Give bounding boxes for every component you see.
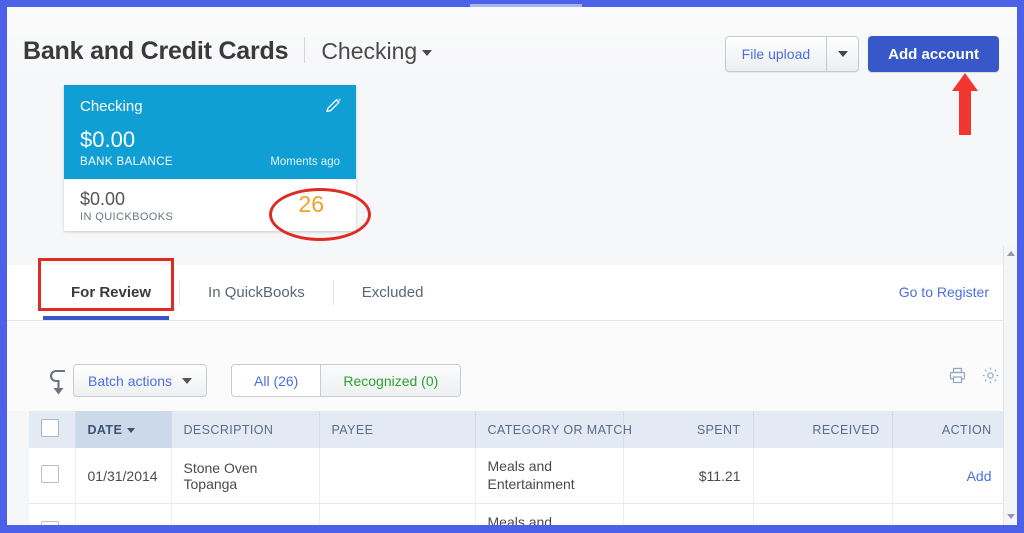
go-to-register-link[interactable]: Go to Register [899, 284, 989, 300]
edit-pencil-icon[interactable] [325, 97, 342, 114]
annotation-arrow-to-add-account [952, 73, 978, 135]
column-header-select-all [29, 411, 76, 448]
gear-icon[interactable] [982, 367, 999, 384]
row-select-cell [29, 503, 76, 525]
page-title: Bank and Credit Cards [23, 37, 289, 65]
add-account-button[interactable]: Add account [868, 36, 999, 72]
cell-action: Add [892, 448, 1005, 504]
batch-actions-button[interactable]: Batch actions [73, 364, 208, 397]
filter-pill-all[interactable]: All (26) [232, 365, 321, 396]
table-body: 01/31/2014 Stone Oven Topanga Meals and … [29, 448, 1005, 526]
account-card-bank-balance: $0.00 [80, 127, 136, 152]
title-divider [304, 37, 306, 63]
tab-list: For Review In QuickBooks Excluded [43, 265, 451, 320]
table-row[interactable]: 01/31/2014 Stone Oven Topanga Meals and … [29, 448, 1005, 504]
chevron-down-icon [182, 377, 193, 384]
add-transaction-link[interactable]: Add [967, 468, 992, 484]
header-actions: File upload Add account [724, 36, 999, 72]
cell-spent: $10.00 [623, 503, 754, 525]
file-upload-split-button: File upload [724, 36, 860, 72]
account-card[interactable]: Checking $0.00 BANK BALANCE Moments ago … [64, 85, 356, 231]
cell-description: Stone Oven Topanga [171, 448, 320, 504]
title-group: Bank and Credit Cards Checking [23, 33, 433, 66]
row-checkbox[interactable] [41, 521, 59, 525]
account-card-footer: $0.00 IN QUICKBOOKS 26 [64, 179, 356, 231]
transactions-table: DATE DESCRIPTION PAYEE CATEGORY OR MATCH… [29, 411, 1005, 525]
undo-arrow-icon[interactable] [49, 369, 71, 395]
column-header-date-label: DATE [87, 422, 123, 437]
toolbar-icon-group [949, 367, 999, 384]
row-checkbox[interactable] [41, 465, 59, 483]
cell-category-or-match[interactable]: Meals and Entertainment [475, 448, 624, 504]
bank-balance-label: BANK BALANCE [80, 156, 173, 168]
table-header-row: DATE DESCRIPTION PAYEE CATEGORY OR MATCH… [29, 411, 1005, 448]
cell-category-or-match[interactable]: Meals and Entertainment [475, 503, 624, 525]
tab-active-underline [43, 316, 169, 320]
select-all-checkbox[interactable] [41, 419, 59, 437]
account-card-balance-meta: BANK BALANCE Moments ago [80, 156, 340, 168]
printer-icon[interactable] [949, 367, 966, 384]
column-header-received[interactable]: RECEIVED [753, 411, 893, 448]
add-transaction-link[interactable]: Add [967, 524, 992, 526]
page-header: Bank and Credit Cards Checking File uplo… [7, 7, 1017, 135]
cell-received [753, 503, 893, 525]
account-card-header: Checking $0.00 BANK BALANCE Moments ago [64, 85, 356, 179]
cell-action: Add [892, 503, 1005, 526]
account-switcher-dropdown[interactable]: Checking [321, 38, 433, 65]
chevron-down-icon [837, 51, 848, 57]
filter-pill-recognized[interactable]: Recognized (0) [320, 365, 461, 396]
pending-transaction-count-badge[interactable]: 26 [298, 191, 324, 218]
tab-for-review[interactable]: For Review [43, 265, 179, 320]
column-header-action: ACTION [892, 411, 1005, 448]
column-header-description[interactable]: DESCRIPTION [171, 411, 320, 448]
browser-window-frame: Bank and Credit Cards Checking File uplo… [0, 0, 1024, 533]
cell-description: Starbucks [171, 503, 320, 525]
column-header-payee[interactable]: PAYEE [319, 411, 476, 448]
account-switcher-label: Checking [321, 38, 418, 64]
cell-date: 01/31/2014 [75, 448, 172, 504]
table-header: DATE DESCRIPTION PAYEE CATEGORY OR MATCH… [29, 411, 1005, 448]
account-card-sync-time: Moments ago [270, 156, 340, 168]
table-row[interactable]: 01/30/2014 Starbucks Meals and Entertain… [29, 503, 1005, 526]
cell-date: 01/30/2014 [75, 503, 172, 525]
chevron-down-icon [422, 49, 433, 56]
sort-descending-icon [127, 427, 136, 433]
tab-in-quickbooks[interactable]: In QuickBooks [180, 265, 333, 320]
cell-payee[interactable] [319, 448, 476, 504]
cell-payee[interactable] [319, 503, 476, 525]
scroll-up-arrow-icon[interactable] [1007, 251, 1015, 256]
column-header-spent[interactable]: SPENT [623, 411, 754, 448]
column-header-category-or-match[interactable]: CATEGORY OR MATCH [475, 411, 632, 448]
tab-bar: For Review In QuickBooks Excluded Go to … [7, 258, 1017, 321]
cell-received [753, 448, 893, 504]
cell-spent: $11.21 [623, 448, 754, 504]
column-header-date[interactable]: DATE [75, 411, 172, 448]
filter-pill-group: All (26) Recognized (0) [231, 364, 462, 397]
scroll-down-arrow-icon[interactable] [1007, 514, 1015, 519]
vertical-scrollbar[interactable] [1003, 245, 1017, 525]
file-upload-button[interactable]: File upload [726, 37, 827, 71]
tab-excluded[interactable]: Excluded [334, 265, 452, 320]
page-viewport: Bank and Credit Cards Checking File uplo… [7, 7, 1017, 525]
account-card-name: Checking [80, 98, 143, 115]
row-select-cell [29, 448, 76, 504]
file-upload-dropdown-toggle[interactable] [826, 37, 858, 71]
batch-actions-label: Batch actions [88, 372, 173, 389]
